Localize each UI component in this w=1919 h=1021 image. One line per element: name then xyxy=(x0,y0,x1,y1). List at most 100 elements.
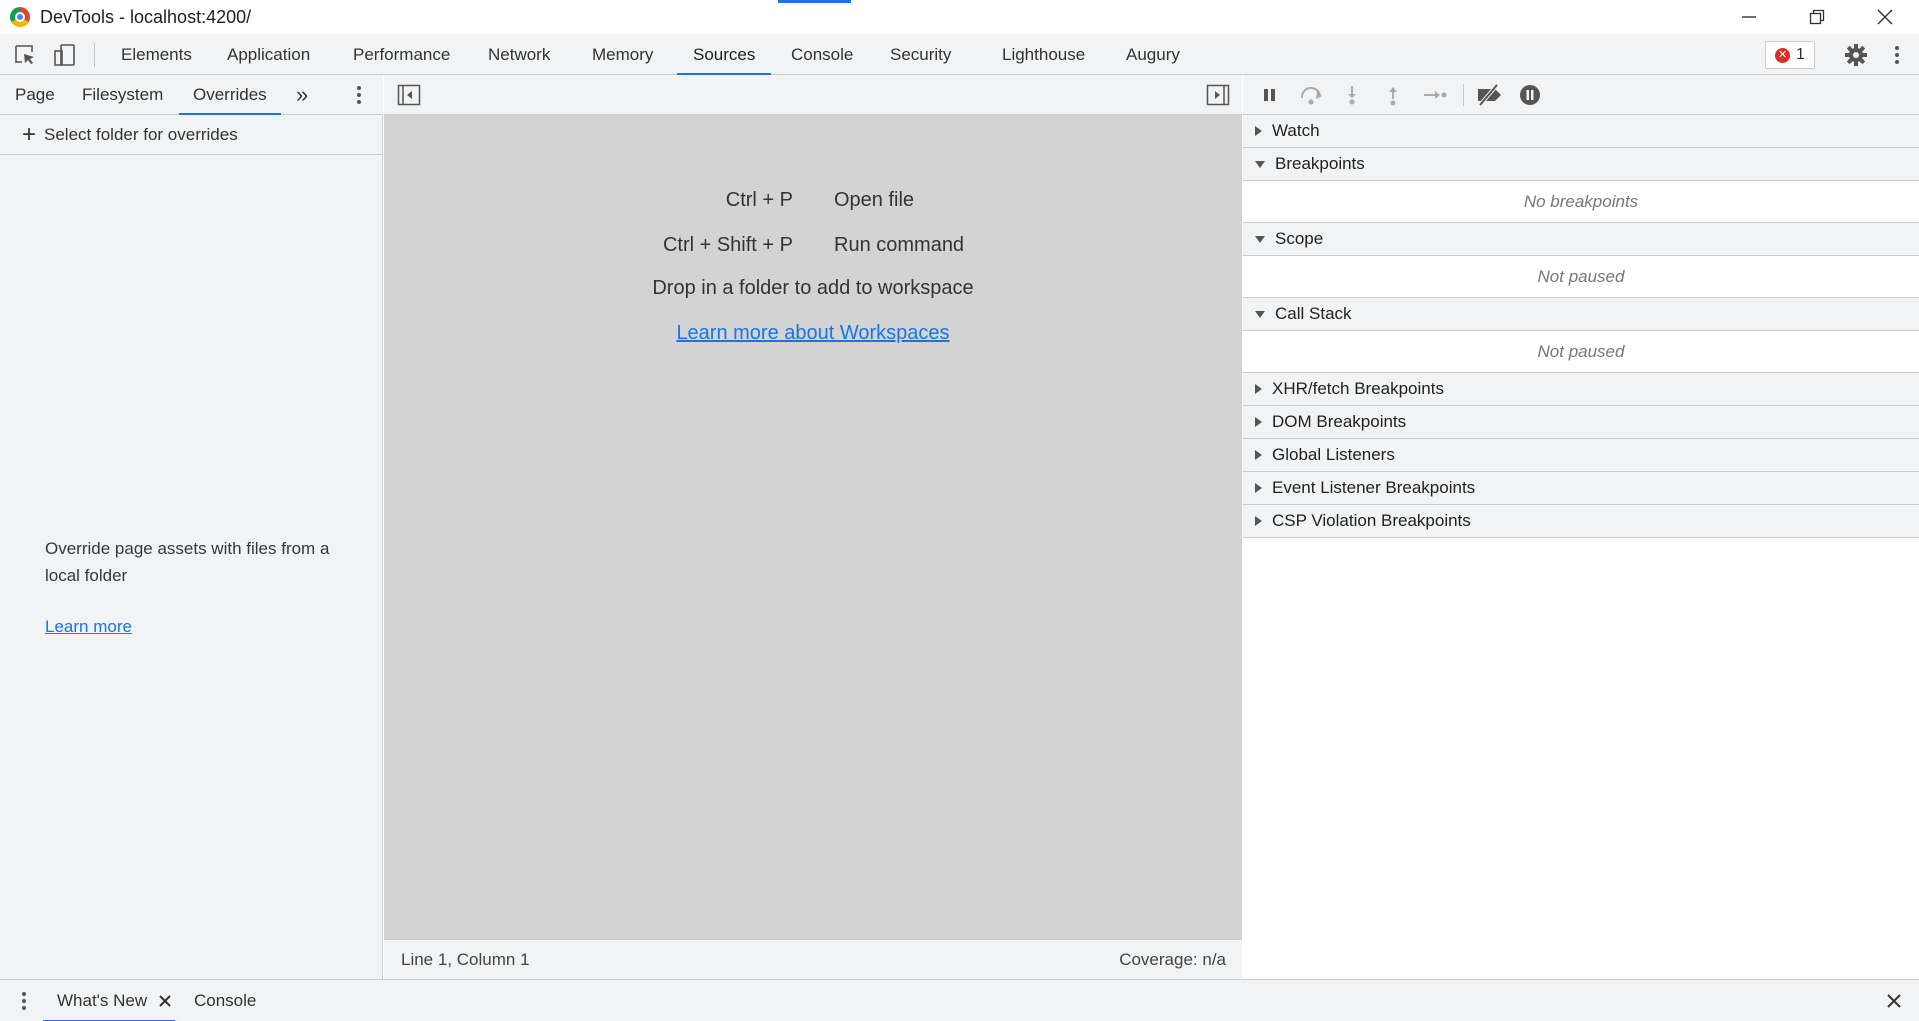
pause-button[interactable] xyxy=(1258,83,1282,107)
device-icon xyxy=(54,44,75,66)
more-options-button[interactable] xyxy=(1884,42,1910,68)
tab-memory[interactable]: Memory xyxy=(592,34,653,75)
editor-toolbar xyxy=(384,75,1242,115)
close-tab-button[interactable] xyxy=(158,994,172,1013)
double-chevron-right-icon[interactable]: » xyxy=(296,75,308,115)
drawer-menu-button[interactable] xyxy=(14,989,34,1018)
coverage-status: Coverage: n/a xyxy=(1119,950,1226,969)
restore-button[interactable] xyxy=(1782,0,1852,34)
expand-arrow-icon xyxy=(1255,417,1262,427)
tab-console[interactable]: Console xyxy=(791,34,853,75)
close-drawer-button[interactable] xyxy=(1886,993,1902,1014)
workspaces-link[interactable]: Learn more about Workspaces xyxy=(384,322,1242,345)
step-button[interactable] xyxy=(1421,83,1447,107)
section-label: XHR/fetch Breakpoints xyxy=(1272,379,1444,398)
tab-lighthouse[interactable]: Lighthouse xyxy=(1002,34,1085,75)
kebab-menu-icon xyxy=(1895,46,1899,64)
restore-icon xyxy=(1809,9,1825,25)
section-dom-breakpoints[interactable]: DOM Breakpoints xyxy=(1243,406,1919,439)
section-watch[interactable]: Watch xyxy=(1243,115,1919,148)
minimize-button[interactable] xyxy=(1714,0,1784,34)
section-label: Event Listener Breakpoints xyxy=(1272,478,1476,497)
step-into-button[interactable] xyxy=(1340,83,1364,107)
step-over-icon xyxy=(1300,87,1322,105)
navigator-tab-overrides[interactable]: Overrides xyxy=(179,75,281,115)
navigator-pane: Page Filesystem Overrides » + Select fol… xyxy=(0,75,383,979)
title-accent xyxy=(778,0,851,3)
section-label: Global Listeners xyxy=(1272,445,1395,464)
minimize-icon xyxy=(1742,16,1756,18)
section-scope[interactable]: Scope xyxy=(1243,223,1919,256)
overrides-message: Override page assets with files from a l… xyxy=(45,539,330,585)
collapse-arrow-icon xyxy=(1255,310,1265,318)
tab-sources[interactable]: Sources xyxy=(676,34,772,75)
section-global-listeners[interactable]: Global Listeners xyxy=(1243,439,1919,472)
breakpoints-empty-message: No breakpoints xyxy=(1243,181,1919,223)
tab-network[interactable]: Network xyxy=(488,34,550,75)
tab-augury[interactable]: Augury xyxy=(1126,34,1180,75)
select-folder-label: Select folder for overrides xyxy=(44,125,238,144)
tab-application[interactable]: Application xyxy=(227,34,310,75)
shortcut-keys: Ctrl + Shift + P xyxy=(662,234,793,256)
section-label: Scope xyxy=(1275,229,1324,248)
shortcut-keys: Ctrl + P xyxy=(725,189,793,211)
pause-on-exceptions-button[interactable] xyxy=(1518,83,1542,107)
toolbar-divider xyxy=(94,43,95,67)
drawer-tab-whats-new[interactable]: What's New xyxy=(42,980,176,1021)
device-toolbar-button[interactable] xyxy=(52,42,78,68)
learn-more-link[interactable]: Learn more xyxy=(45,617,132,637)
scope-empty-message: Not paused xyxy=(1243,256,1919,298)
toggle-navigator-button[interactable] xyxy=(397,84,421,111)
error-icon: ✕ xyxy=(1775,47,1791,63)
call-stack-empty-message: Not paused xyxy=(1243,331,1919,373)
tab-security[interactable]: Security xyxy=(890,34,951,75)
expand-arrow-icon xyxy=(1255,483,1262,493)
select-folder-button[interactable]: + Select folder for overrides xyxy=(0,116,383,155)
navigator-tab-filesystem[interactable]: Filesystem xyxy=(82,75,163,115)
settings-button[interactable] xyxy=(1843,42,1869,68)
section-csp-violation-breakpoints[interactable]: CSP Violation Breakpoints xyxy=(1243,505,1919,538)
editor-status-bar: Line 1, Column 1 Coverage: n/a xyxy=(384,939,1242,979)
section-call-stack[interactable]: Call Stack xyxy=(1243,298,1919,331)
section-breakpoints[interactable]: Breakpoints xyxy=(1243,148,1919,181)
tab-performance[interactable]: Performance xyxy=(353,34,450,75)
error-count-badge[interactable]: ✕ 1 xyxy=(1765,41,1815,69)
cursor-position: Line 1, Column 1 xyxy=(401,950,530,969)
pause-exceptions-icon xyxy=(1520,85,1540,105)
shortcut-action: Run command xyxy=(834,234,965,256)
debugger-toolbar xyxy=(1243,75,1919,115)
shortcut-action: Open file xyxy=(834,189,915,211)
deactivate-breakpoints-icon xyxy=(1478,83,1501,107)
close-window-button[interactable] xyxy=(1850,0,1919,34)
window-title: DevTools - localhost:4200/ xyxy=(40,6,252,27)
drawer-tab-console[interactable]: Console xyxy=(194,980,256,1021)
expand-arrow-icon xyxy=(1255,450,1262,460)
drop-folder-message: Drop in a folder to add to workspace xyxy=(652,277,974,299)
title-bar: DevTools - localhost:4200/ xyxy=(0,0,1919,34)
section-label: Breakpoints xyxy=(1275,154,1365,173)
editor-area: Ctrl + P Open file Ctrl + Shift + P Run … xyxy=(384,75,1242,979)
drawer-bar: What's New Console xyxy=(0,979,1919,1021)
navigator-tab-page[interactable]: Page xyxy=(15,75,55,115)
navigator-menu-button[interactable] xyxy=(349,83,369,112)
deactivate-breakpoints-button[interactable] xyxy=(1475,83,1501,107)
expand-arrow-icon xyxy=(1255,384,1262,394)
step-out-button[interactable] xyxy=(1381,83,1405,107)
expand-arrow-icon xyxy=(1255,126,1262,136)
section-xhr-breakpoints[interactable]: XHR/fetch Breakpoints xyxy=(1243,373,1919,406)
step-into-icon xyxy=(1348,86,1356,105)
close-icon xyxy=(159,995,171,1007)
toolbar-divider xyxy=(1463,84,1464,106)
plus-icon: + xyxy=(22,121,37,148)
tab-elements[interactable]: Elements xyxy=(121,34,192,75)
inspect-element-button[interactable] xyxy=(12,42,38,68)
expand-arrow-icon xyxy=(1255,516,1262,526)
section-event-listener-breakpoints[interactable]: Event Listener Breakpoints xyxy=(1243,472,1919,505)
pause-icon xyxy=(1264,89,1275,101)
collapse-arrow-icon xyxy=(1255,160,1265,168)
chrome-logo-icon xyxy=(10,7,30,27)
gear-icon xyxy=(1845,44,1867,66)
toggle-debugger-button[interactable] xyxy=(1206,84,1230,111)
inspect-cursor-icon xyxy=(15,45,34,64)
step-over-button[interactable] xyxy=(1298,83,1322,107)
